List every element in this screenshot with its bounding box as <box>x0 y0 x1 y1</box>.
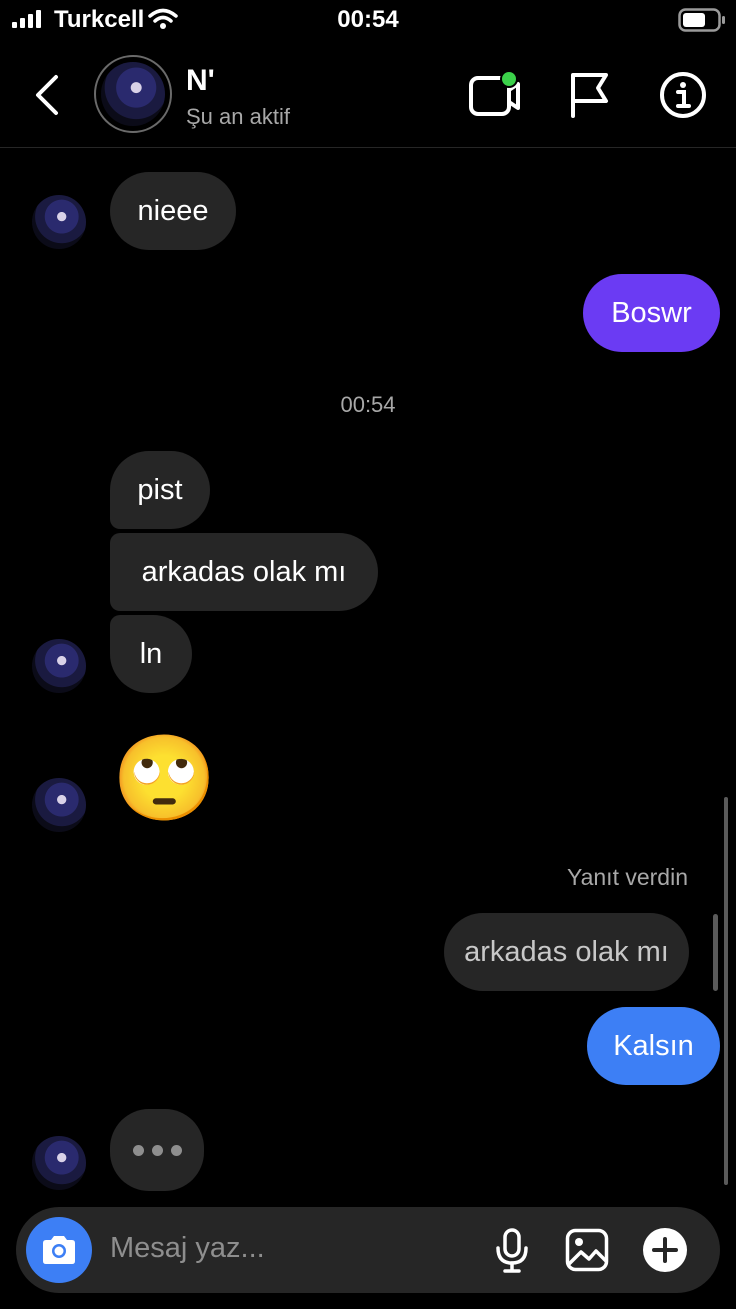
active-status: Şu an aktif <box>186 104 290 129</box>
flag-icon[interactable] <box>568 70 612 118</box>
received-message[interactable]: ln <box>110 615 192 693</box>
status-time: 00:54 <box>337 6 399 33</box>
gallery-icon <box>565 1228 609 1272</box>
emoji-message[interactable]: 🙄 <box>112 728 217 828</box>
replied-label: Yanıt verdin <box>566 864 688 890</box>
sent-message[interactable]: Kalsın <box>587 1007 720 1085</box>
camera-button[interactable] <box>26 1217 92 1283</box>
sender-avatar[interactable] <box>32 639 86 693</box>
contact-name[interactable]: N' <box>186 64 215 98</box>
sent-message[interactable]: Boswr <box>583 274 720 352</box>
microphone-button[interactable] <box>492 1228 532 1274</box>
received-message[interactable]: nieee <box>110 172 236 250</box>
scrollbar[interactable] <box>724 797 728 1185</box>
back-icon[interactable] <box>32 74 62 116</box>
microphone-icon <box>496 1228 528 1273</box>
video-call-icon[interactable] <box>468 70 522 118</box>
info-icon[interactable] <box>659 71 707 119</box>
sender-avatar[interactable] <box>32 1136 86 1190</box>
received-message[interactable]: arkadas olak mı <box>110 533 378 611</box>
battery-icon <box>678 8 725 32</box>
sender-avatar[interactable] <box>32 778 86 832</box>
gallery-button[interactable] <box>564 1227 610 1273</box>
sender-avatar[interactable] <box>32 195 86 249</box>
typing-indicator-icon <box>110 1109 204 1191</box>
status-bar: Turkcell 00:54 <box>0 0 736 42</box>
message-input[interactable]: Mesaj yaz... <box>110 1232 265 1265</box>
camera-icon <box>43 1236 75 1264</box>
plus-icon <box>643 1228 687 1272</box>
replied-to-message[interactable]: arkadas olak mı <box>444 913 689 991</box>
time-separator: 00:54 <box>340 392 396 417</box>
header-avatar[interactable] <box>94 55 172 133</box>
scroll-thumb[interactable] <box>713 914 718 991</box>
plus-button[interactable] <box>642 1227 688 1273</box>
received-message[interactable]: pist <box>110 451 210 529</box>
